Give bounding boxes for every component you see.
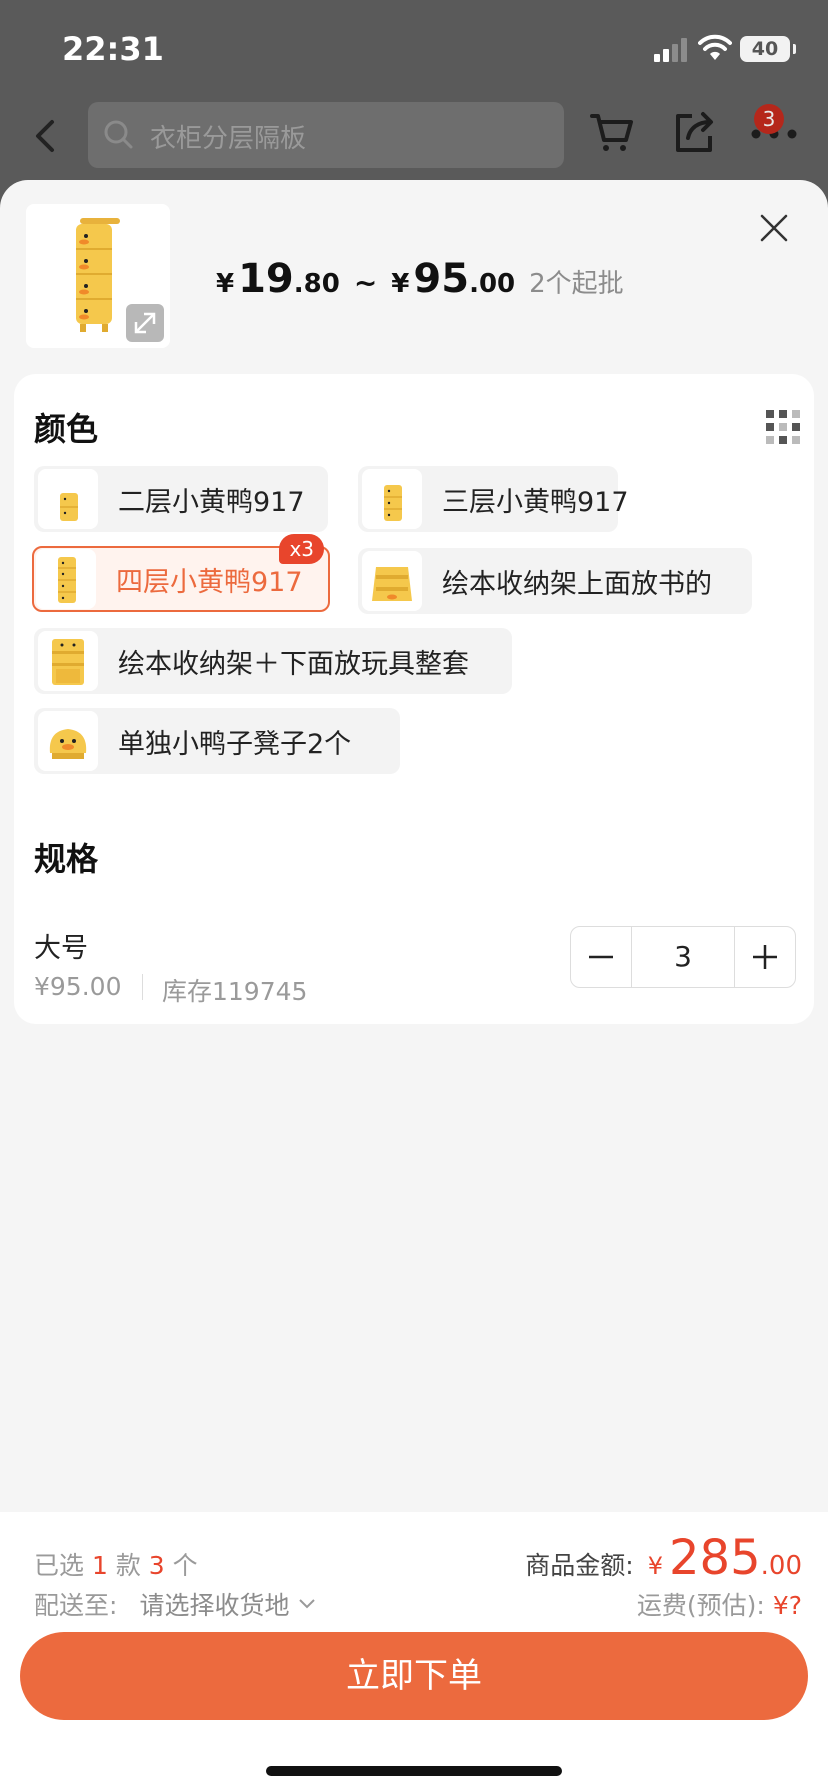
sku-selector-sheet: ¥ 19 .80 ~ ¥ 95 .00 2个起批 颜色 二层小黄鸭917 三层小… bbox=[0, 180, 828, 1792]
shipping-estimate: 运费(预估): ¥? bbox=[637, 1586, 802, 1622]
cart-icon[interactable] bbox=[588, 108, 636, 156]
divider bbox=[142, 974, 143, 1000]
close-icon[interactable] bbox=[756, 210, 792, 246]
option-thumbnail bbox=[362, 551, 422, 611]
spec-name: 大号 bbox=[34, 933, 88, 964]
price-range: ¥ 19 .80 ~ ¥ 95 .00 2个起批 bbox=[216, 256, 624, 302]
order-footer: 已选 1 款 3 个 配送至: 请选择收货地 商品金额: ¥ 285 .00 运… bbox=[0, 1512, 828, 1792]
top-nav: 衣柜分层隔板 3 bbox=[0, 100, 828, 180]
selected-item-count: 3 bbox=[148, 1551, 165, 1580]
amount-currency: ¥ bbox=[647, 1552, 664, 1580]
minus-icon bbox=[589, 955, 613, 959]
option-label: 单独小鸭子凳子2个 bbox=[118, 728, 352, 760]
deliver-label: 配送至: bbox=[34, 1591, 118, 1620]
color-option[interactable]: 单独小鸭子凳子2个 bbox=[34, 708, 400, 774]
selected-prefix: 已选 bbox=[34, 1551, 85, 1580]
search-icon bbox=[104, 120, 133, 149]
quantity-input[interactable]: 3 bbox=[631, 927, 735, 987]
option-thumbnail bbox=[36, 549, 96, 609]
home-indicator bbox=[266, 1766, 562, 1776]
product-thumbnail[interactable] bbox=[26, 204, 170, 348]
option-label: 三层小黄鸭917 bbox=[442, 486, 629, 518]
color-option[interactable]: 三层小黄鸭917 bbox=[358, 466, 629, 532]
spec-stock: 库存119745 bbox=[162, 977, 308, 1006]
option-thumbnail bbox=[362, 469, 422, 529]
price-min-int: 19 bbox=[238, 256, 294, 302]
option-thumbnail bbox=[38, 711, 98, 771]
cellular-signal-icon bbox=[654, 38, 687, 62]
count-unit: 个 bbox=[172, 1551, 198, 1580]
expand-icon[interactable] bbox=[126, 304, 164, 342]
status-bar: 22:31 40 bbox=[0, 0, 828, 100]
amount-label: 商品金额: bbox=[525, 1551, 634, 1580]
wifi-icon bbox=[698, 34, 732, 60]
notification-badge: 3 bbox=[754, 104, 784, 134]
color-option[interactable]: 二层小黄鸭917 bbox=[34, 466, 328, 532]
share-icon[interactable] bbox=[670, 108, 718, 156]
option-thumbnail bbox=[38, 631, 98, 691]
increment-button[interactable] bbox=[735, 927, 795, 987]
min-order-text: 2个起批 bbox=[529, 269, 624, 299]
shipping-value: ¥? bbox=[772, 1591, 802, 1620]
option-label: 二层小黄鸭917 bbox=[118, 486, 305, 518]
product-header: ¥ 19 .80 ~ ¥ 95 .00 2个起批 bbox=[0, 180, 828, 370]
plus-icon bbox=[753, 945, 777, 969]
decrement-button[interactable] bbox=[571, 927, 631, 987]
currency-symbol: ¥ bbox=[216, 269, 235, 299]
deliver-value: 请选择收货地 bbox=[139, 1591, 290, 1620]
status-time: 22:31 bbox=[62, 30, 164, 68]
option-thumbnail bbox=[38, 469, 98, 529]
battery-indicator: 40 bbox=[740, 36, 796, 62]
color-section-title: 颜色 bbox=[34, 410, 99, 448]
amount-int: 285 bbox=[669, 1530, 761, 1586]
quantity-stepper: 3 bbox=[570, 926, 796, 988]
more-button[interactable]: 3 bbox=[746, 104, 802, 164]
option-label: 四层小黄鸭917 bbox=[116, 566, 303, 598]
currency-symbol: ¥ bbox=[391, 269, 410, 299]
spec-section-title: 规格 bbox=[34, 840, 99, 878]
selected-styles-count: 1 bbox=[91, 1551, 108, 1580]
color-option-selected[interactable]: 四层小黄鸭917 x3 bbox=[32, 534, 330, 612]
color-option[interactable]: 绘本收纳架＋下面放玩具整套 bbox=[34, 628, 512, 694]
price-min-dec: .80 bbox=[293, 269, 340, 299]
search-placeholder: 衣柜分层隔板 bbox=[150, 124, 307, 154]
back-icon[interactable] bbox=[28, 112, 68, 160]
delivery-address[interactable]: 配送至: 请选择收货地 bbox=[34, 1586, 317, 1622]
grid-view-icon[interactable] bbox=[766, 410, 800, 444]
styles-unit: 款 bbox=[115, 1551, 141, 1580]
search-input[interactable]: 衣柜分层隔板 bbox=[88, 102, 564, 168]
option-label: 绘本收纳架上面放书的 bbox=[442, 568, 712, 600]
selection-summary: 已选 1 款 3 个 bbox=[34, 1546, 198, 1582]
quantity-badge: x3 bbox=[279, 534, 324, 564]
spec-price: ¥95.00 bbox=[34, 972, 122, 1001]
price-max-dec: .00 bbox=[469, 269, 516, 299]
color-option[interactable]: 绘本收纳架上面放书的 bbox=[358, 548, 752, 614]
amount-dec: .00 bbox=[760, 1551, 802, 1581]
total-amount: 商品金额: ¥ 285 .00 bbox=[525, 1530, 802, 1586]
place-order-button[interactable]: 立即下单 bbox=[20, 1632, 808, 1720]
shipping-label: 运费(预估): bbox=[636, 1591, 765, 1620]
option-label: 绘本收纳架＋下面放玩具整套 bbox=[118, 648, 469, 680]
chevron-down-icon bbox=[299, 1599, 316, 1609]
price-tilde: ~ bbox=[353, 266, 378, 299]
options-card: 颜色 二层小黄鸭917 三层小黄鸭917 四层小黄鸭917 x3 绘本收纳架上面… bbox=[14, 374, 814, 1024]
price-max-int: 95 bbox=[413, 256, 470, 302]
